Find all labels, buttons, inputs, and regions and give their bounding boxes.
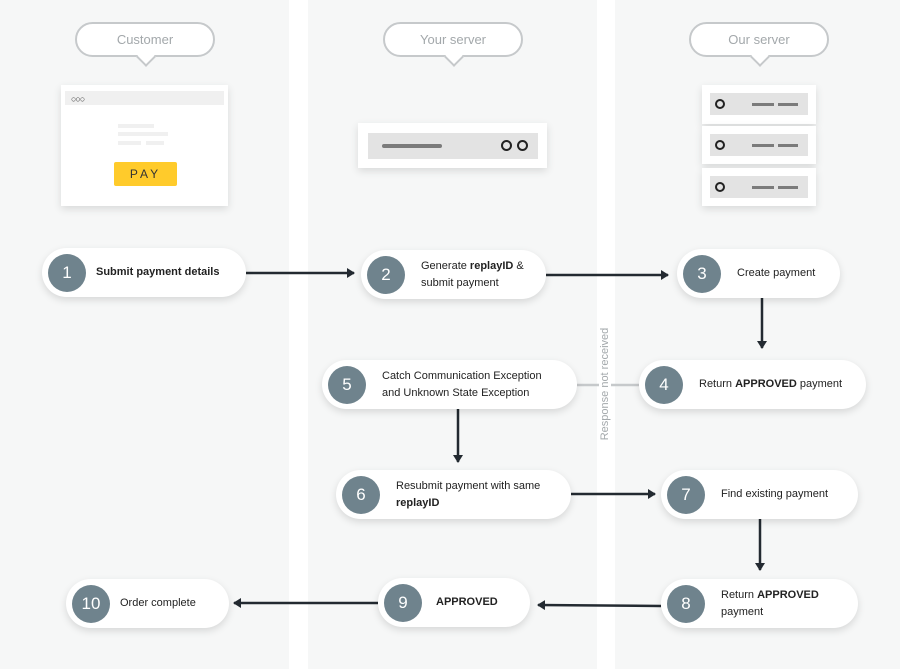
step-number: 7 (667, 475, 705, 514)
step-text: payment (721, 605, 764, 618)
step-6: 6 Resubmit payment with same replayID (336, 470, 571, 519)
step-8: 8 Return APPROVED payment (661, 579, 858, 628)
step-text: Return (721, 588, 758, 601)
step-text: Submit payment details (96, 266, 220, 278)
step-text: payment (796, 378, 843, 390)
flow-arrows (233, 268, 767, 611)
step-7: 7 Find existing payment (661, 470, 858, 519)
step-text-bold: replayID (396, 496, 440, 509)
step-text: Resubmit payment with same (396, 479, 541, 492)
step-10: 10 Order complete (66, 579, 229, 628)
step-text: Return (699, 378, 736, 390)
step-text-bold: APPROVED (436, 596, 498, 608)
step-number: 8 (667, 584, 705, 623)
step-number: 4 (645, 365, 683, 404)
step-text: Generate (421, 259, 470, 272)
step-number: 9 (384, 583, 422, 622)
step-number: 3 (683, 254, 721, 293)
step-number: 5 (328, 365, 366, 404)
arrow-8-9 (537, 600, 662, 611)
step-3: 3 Create payment (677, 249, 840, 298)
step-text-bold: APPROVED (735, 378, 797, 390)
step-2: 2 Generate replayID & submit payment (361, 250, 546, 299)
step-number: 10 (72, 584, 110, 623)
step-1: 1 Submit payment details (42, 248, 246, 297)
step-9: 9 APPROVED (378, 578, 530, 627)
step-4: 4 Return APPROVED payment (639, 360, 866, 409)
step-text: Order complete (120, 597, 196, 609)
step-number: 2 (367, 255, 405, 294)
step-text: Create payment (737, 267, 816, 279)
step-text-bold: replayID (469, 259, 514, 272)
step-text: Find existing payment (721, 488, 828, 500)
step-number: 1 (48, 253, 86, 292)
step-text: Catch Communication Exception and Unknow… (382, 369, 542, 399)
step-text-bold: APPROVED (757, 588, 819, 601)
step-number: 6 (342, 475, 380, 514)
step-5: 5 Catch Communication Exception and Unkno… (322, 360, 577, 409)
response-not-received-label: Response not received (599, 313, 611, 455)
